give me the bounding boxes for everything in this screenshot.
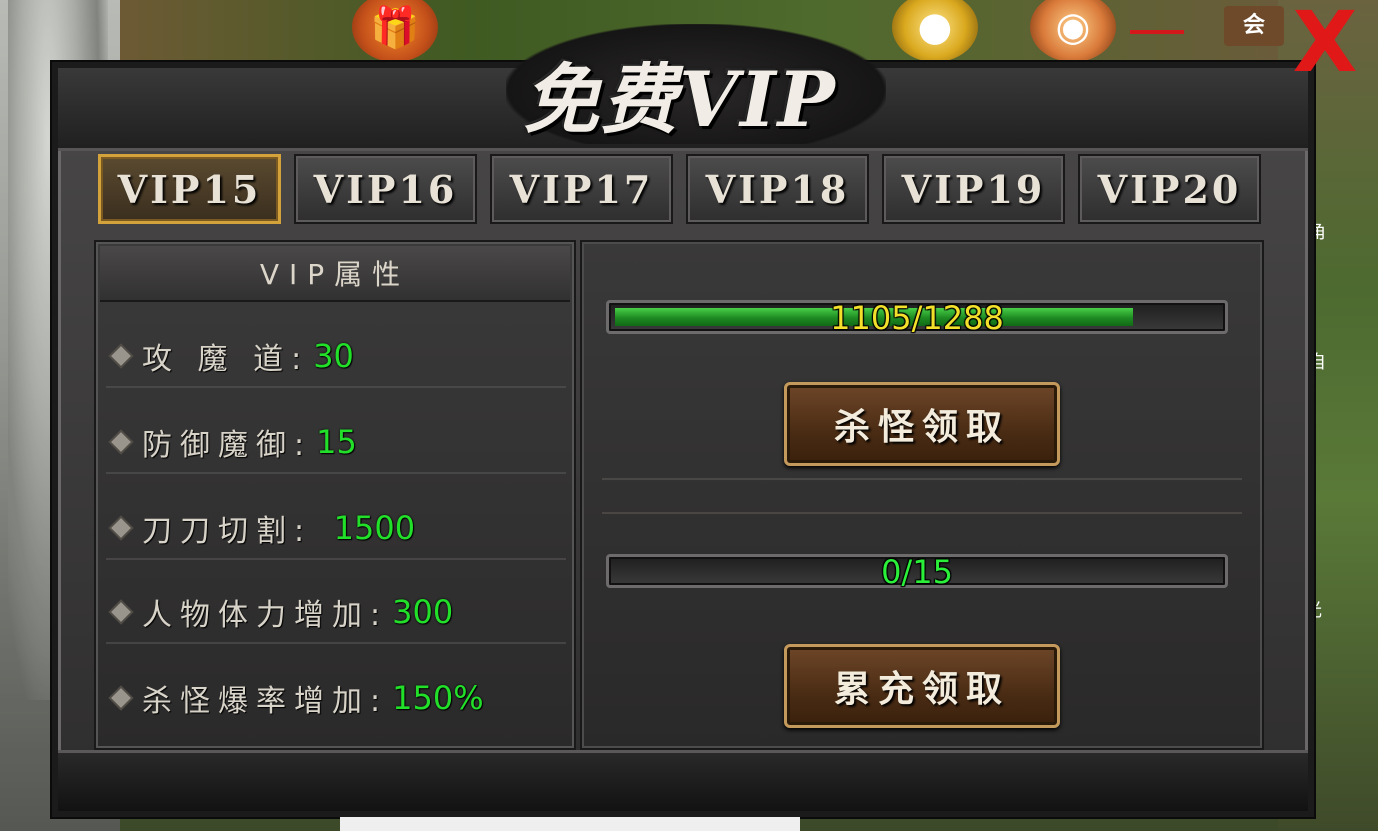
dialog-title: 免费VIP [523,55,837,144]
attribute-label: 杀怪爆率增加: [142,684,389,719]
diamond-bullet-icon [111,346,131,366]
top-tag: 会 [1224,6,1284,46]
vip-tabs: VIP15 VIP16 VIP17 VIP18 VIP19 VIP20 [98,154,1266,224]
attribute-value: 1500 [333,509,416,547]
diamond-bullet-icon [111,602,131,622]
diamond-bullet-icon [111,518,131,538]
attribute-row: 刀刀切割: 1500 [106,498,566,560]
attribute-value: 300 [392,593,454,631]
attribute-label: 人物体力增加: [142,598,389,633]
tab-vip15[interactable]: VIP15 [98,154,281,224]
attribute-row: 攻 魔 道: 30 [106,326,566,388]
attribute-label: 攻 魔 道: [142,342,310,377]
attributes-header: VIP属性 [100,246,570,302]
attribute-label: 刀刀切割: [142,514,330,549]
kill-progress-bar: 1105/1288 [606,299,1228,337]
attribute-value: 15 [316,423,357,461]
tab-vip17[interactable]: VIP17 [490,154,673,224]
attribute-row: 防御魔御: 15 [106,412,566,474]
attribute-value: 150% [392,679,484,717]
kill-progress-text: 1105/1288 [830,299,1004,337]
tab-vip16[interactable]: VIP16 [294,154,477,224]
section-divider [602,512,1242,514]
dialog-footer-band [58,750,1308,811]
attribute-value: 30 [313,337,354,375]
tab-vip18[interactable]: VIP18 [686,154,869,224]
diamond-bullet-icon [111,432,131,452]
diamond-bullet-icon [111,688,131,708]
tab-vip19[interactable]: VIP19 [882,154,1065,224]
section-divider [602,478,1242,480]
bottom-chat-strip [340,817,800,831]
recharge-claim-button[interactable]: 累充领取 [784,644,1060,728]
attribute-row: 杀怪爆率增加: 150% [106,668,566,728]
close-button[interactable]: 会 X [1224,0,1368,84]
health-indicator [1130,30,1184,34]
recharge-progress-text: 0/15 [881,553,953,591]
vip-rewards-panel: 1105/1288 杀怪领取 0/15 累充领取 [580,240,1264,750]
kill-claim-button[interactable]: 杀怪领取 [784,382,1060,466]
attribute-label: 防御魔御: [142,428,313,463]
recharge-progress-bar: 0/15 [606,553,1228,591]
vip-attributes-panel: VIP属性 攻 魔 道: 30 防御魔御: 15 刀刀切割: 1500 人物体力… [94,240,576,750]
attribute-row: 人物体力增加: 300 [106,582,566,644]
tab-vip20[interactable]: VIP20 [1078,154,1261,224]
close-icon[interactable]: X [1293,0,1358,91]
